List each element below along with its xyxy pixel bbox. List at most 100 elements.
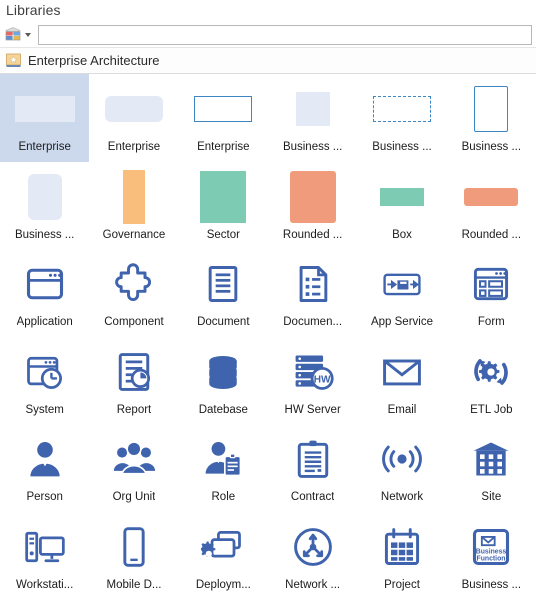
shape-item-business-dashed-shape[interactable]: Business ... — [357, 74, 446, 162]
shape-item-label: Role — [211, 491, 236, 503]
shape-item-box-shape[interactable]: Box — [357, 162, 446, 250]
shape-item-enterprise-outline-shape[interactable]: Enterprise — [179, 74, 268, 162]
shape-item-label: Business ... — [282, 141, 343, 153]
email-envelope-icon — [357, 341, 446, 403]
shape-item-label: ETL Job — [470, 403, 513, 416]
shape-item-document-list-icon[interactable]: Documen... — [268, 249, 357, 337]
shape-item-label: Contract — [290, 491, 335, 503]
role-person-clipboard-icon — [179, 428, 268, 490]
shape-item-project-calendar-icon[interactable]: Project — [357, 512, 446, 600]
page-title: Libraries — [6, 2, 61, 18]
project-calendar-icon — [357, 516, 446, 578]
shape-item-enterprise-rounded-shape[interactable]: Enterprise — [89, 74, 178, 162]
favorite-library-star-icon — [6, 53, 21, 68]
shape-item-label: HW Server — [284, 403, 341, 416]
workstation-desktop-icon — [0, 516, 89, 578]
shape-item-etl-job-gear-icon[interactable]: ETL Job — [447, 337, 536, 425]
shape-item-contract-clipboard-icon[interactable]: Contract — [268, 424, 357, 512]
contract-clipboard-icon — [268, 428, 357, 490]
shape-item-email-envelope-icon[interactable]: Email — [357, 337, 446, 425]
shape-item-label: Box — [392, 228, 412, 241]
app-service-icon — [357, 253, 446, 315]
search-input[interactable] — [38, 24, 532, 45]
etl-job-gear-icon — [447, 341, 536, 403]
shape-item-business-tall-outline-shape[interactable]: Business ... — [447, 74, 536, 162]
shape-item-label: Enterprise — [107, 141, 161, 153]
box-shape — [357, 166, 446, 228]
shape-item-rounded-square-shape[interactable]: Rounded ... — [268, 162, 357, 250]
shape-item-label: Enterprise — [18, 141, 71, 153]
document-list-icon — [268, 253, 357, 315]
shape-item-site-building-icon[interactable]: Site — [447, 424, 536, 512]
system-clock-icon — [0, 341, 89, 403]
sector-square-shape — [179, 166, 268, 228]
report-chart-icon — [89, 341, 178, 403]
library-group-header-enterprise-architecture[interactable]: Enterprise Architecture — [0, 48, 536, 74]
library-cube-icon[interactable] — [4, 26, 22, 44]
governance-bar-shape — [89, 166, 178, 228]
shape-item-label: Datebase — [198, 403, 248, 416]
shape-item-role-person-clipboard-icon[interactable]: Role — [179, 424, 268, 512]
business-square-shape — [268, 78, 357, 140]
shape-item-label: Site — [481, 491, 502, 503]
shape-item-document-icon[interactable]: Document — [179, 249, 268, 337]
site-building-icon — [447, 428, 536, 490]
shape-item-form-icon[interactable]: Form — [447, 249, 536, 337]
shape-item-org-unit-group-icon[interactable]: Org Unit — [89, 424, 178, 512]
shape-item-label: Business ... — [14, 228, 75, 241]
shape-item-label: Network ... — [285, 578, 341, 591]
shape-item-network-connection-arrows-icon[interactable]: Network ... — [268, 512, 357, 600]
mobile-device-icon — [89, 516, 178, 578]
shape-item-mobile-device-icon[interactable]: Mobile D... — [89, 512, 178, 600]
shape-item-enterprise-rect-shape[interactable]: Enterprise — [0, 74, 90, 162]
shape-item-report-chart-icon[interactable]: Report — [89, 337, 178, 425]
shape-item-label: Governance — [102, 228, 166, 241]
shape-item-business-function-icon[interactable]: Business Function Business ... — [447, 512, 536, 600]
shape-item-label: Component — [104, 316, 164, 328]
shape-item-application-window-icon[interactable]: Application — [0, 249, 89, 337]
application-window-icon — [0, 253, 89, 315]
shape-item-deployment-screens-gear-icon[interactable]: Deploym... — [179, 512, 268, 600]
shape-item-hardware-server-icon[interactable]: HW HW Server — [268, 337, 357, 425]
shape-item-app-service-icon[interactable]: App Service — [357, 249, 446, 337]
enterprise-rounded-shape — [89, 78, 178, 140]
shape-item-business-square-shape[interactable]: Business ... — [268, 74, 357, 162]
search-field-wrapper — [34, 24, 534, 45]
shape-item-label: System — [25, 403, 64, 416]
shape-item-label: Email — [387, 403, 417, 416]
svg-text:HW: HW — [313, 374, 330, 385]
network-signal-icon — [357, 428, 446, 490]
form-icon — [447, 253, 536, 315]
shape-item-label: Document — [197, 316, 250, 328]
business-dashed-shape — [357, 78, 446, 140]
shape-item-sector-square-shape[interactable]: Sector — [179, 162, 268, 250]
shape-item-label: Mobile D... — [106, 578, 162, 591]
shape-item-workstation-desktop-icon[interactable]: Workstati... — [0, 512, 89, 600]
shape-item-governance-bar-shape[interactable]: Governance — [89, 162, 178, 250]
database-icon — [179, 341, 268, 403]
shape-item-label: Enterprise — [197, 141, 250, 153]
person-icon — [0, 428, 89, 490]
shape-item-label: Business ... — [461, 578, 522, 591]
svg-text:Function: Function — [477, 555, 506, 562]
shape-item-network-signal-icon[interactable]: Network — [357, 424, 446, 512]
shape-item-system-clock-icon[interactable]: System — [0, 337, 89, 425]
shape-item-label: Sector — [206, 228, 240, 241]
shape-item-label: Business ... — [372, 141, 432, 153]
shape-item-rounded-box-shape[interactable]: Rounded ... — [447, 162, 536, 250]
chevron-down-icon[interactable] — [22, 25, 34, 45]
enterprise-outline-shape — [179, 78, 268, 140]
shape-item-label: Rounded ... — [461, 228, 522, 241]
component-puzzle-icon — [89, 253, 178, 315]
rounded-box-shape — [447, 166, 536, 228]
shape-item-database-icon[interactable]: Datebase — [179, 337, 268, 425]
shape-item-label: Application — [16, 316, 73, 328]
rounded-square-shape — [268, 166, 357, 228]
shape-item-label: Project — [384, 578, 420, 591]
shape-item-label: Deploym... — [195, 578, 251, 591]
business-tall-outline-shape — [447, 78, 536, 140]
shape-item-label: Org Unit — [112, 491, 156, 503]
shape-item-component-puzzle-icon[interactable]: Component — [89, 249, 178, 337]
shape-item-person-icon[interactable]: Person — [0, 424, 89, 512]
shape-item-business-tall-rounded-shape[interactable]: Business ... — [0, 162, 89, 250]
